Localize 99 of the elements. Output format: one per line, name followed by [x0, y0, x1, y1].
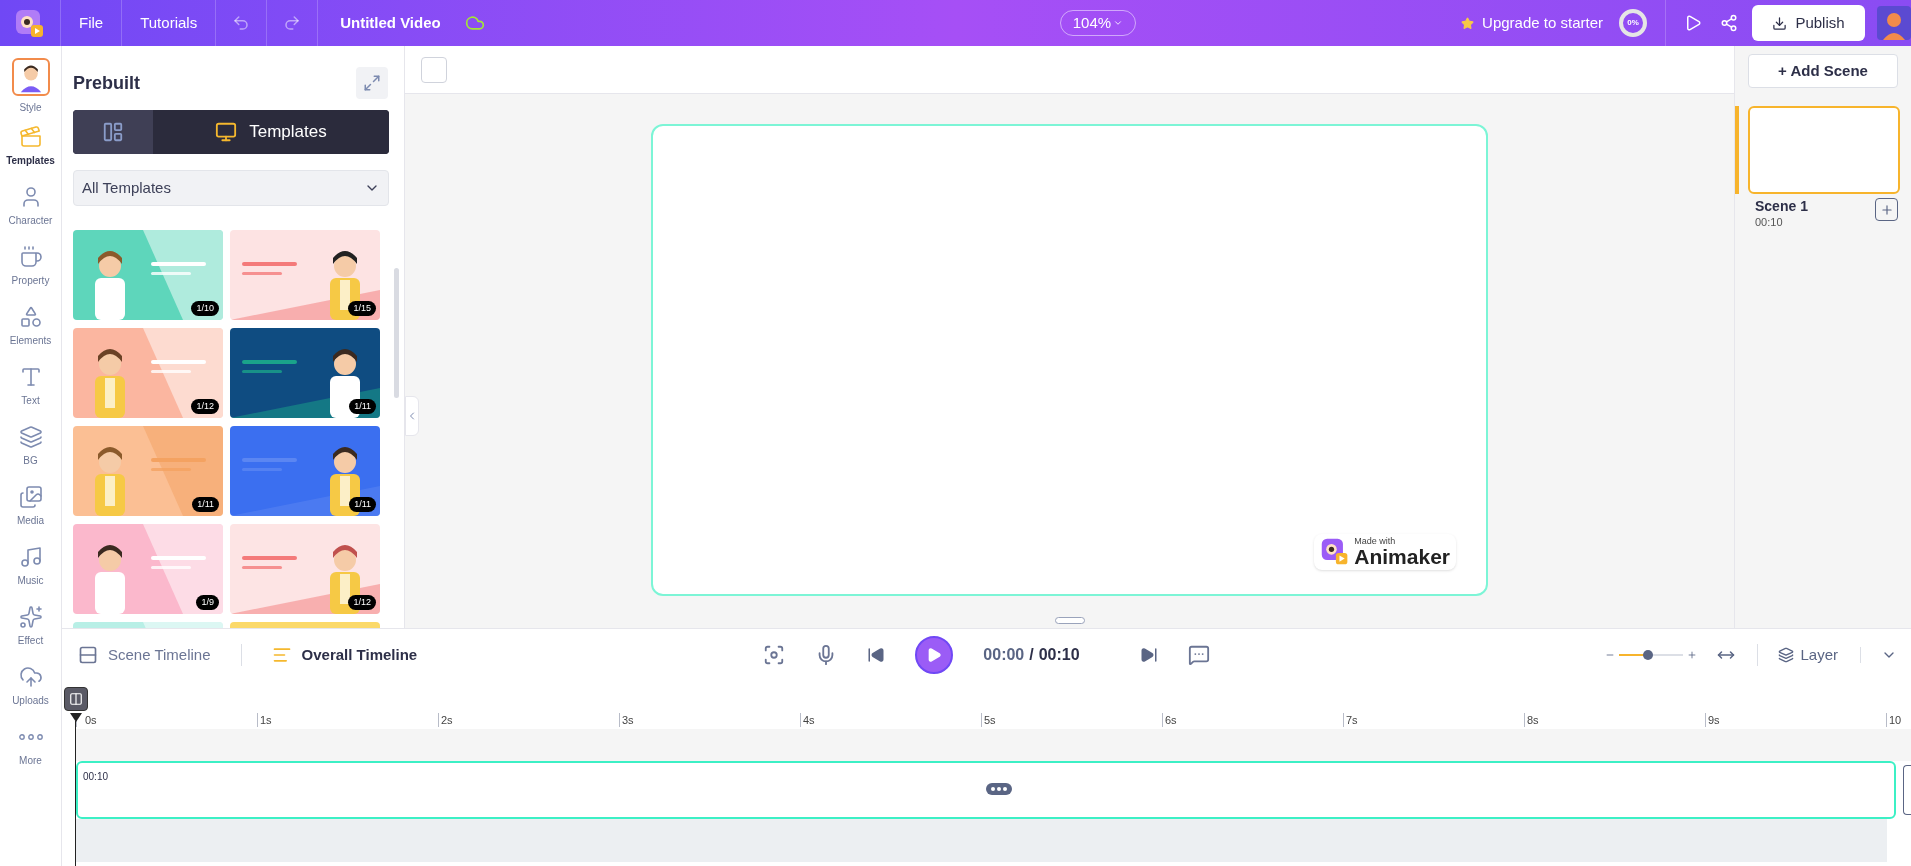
- time-tick: 1s: [259, 713, 272, 727]
- layers-icon: [1778, 647, 1795, 663]
- sidebar-item[interactable]: Media: [0, 476, 61, 536]
- template-card[interactable]: 1/11: [230, 328, 380, 418]
- undo-icon: [232, 14, 251, 32]
- subtitle-button[interactable]: [1187, 644, 1210, 666]
- select-checkbox[interactable]: [421, 56, 447, 83]
- sidebar-item[interactable]: Music: [0, 536, 61, 596]
- timeline-tab[interactable]: Overall Timeline: [240, 643, 418, 667]
- zoom-in-icon[interactable]: [1687, 650, 1698, 660]
- templates-icon: [18, 124, 43, 149]
- time-tick: 4s: [802, 713, 815, 727]
- effect-icon: [18, 604, 43, 629]
- expand-icon: [363, 74, 381, 92]
- playhead-handle[interactable]: [64, 687, 88, 711]
- total-time: 00:10: [1038, 645, 1080, 665]
- template-card[interactable]: 1/11: [73, 426, 223, 516]
- sidebar-item[interactable]: Style: [0, 56, 61, 116]
- play-button[interactable]: [915, 636, 954, 674]
- project-title[interactable]: Untitled Video: [340, 11, 441, 35]
- time-tick: 8s: [1526, 713, 1539, 727]
- sidebar-item[interactable]: Elements: [0, 296, 61, 356]
- timeline-icon: [271, 645, 292, 665]
- media-icon: [18, 484, 43, 509]
- star-icon: [1461, 16, 1475, 30]
- time-tick: 2s: [440, 713, 453, 727]
- progress-ring: 0%: [1619, 9, 1647, 37]
- time-tick: 0s: [84, 713, 97, 727]
- video-canvas[interactable]: Made with Animaker: [651, 124, 1488, 596]
- user-avatar[interactable]: [1877, 6, 1911, 40]
- watermark-brand: Animaker: [1354, 546, 1450, 567]
- template-filter-dropdown[interactable]: All Templates: [73, 170, 389, 206]
- focus-button[interactable]: [763, 644, 786, 666]
- sidebar-item[interactable]: Uploads: [0, 656, 61, 716]
- monitor-icon: [215, 121, 238, 143]
- clip-end-handle[interactable]: [1903, 765, 1911, 815]
- scene-name: Scene 1: [1755, 198, 1808, 216]
- preview-button[interactable]: [1684, 14, 1702, 32]
- elements-icon: [18, 304, 43, 329]
- layer-button[interactable]: Layer: [1757, 643, 1860, 667]
- template-card[interactable]: 1/11: [230, 426, 380, 516]
- time-tick: 3s: [621, 713, 634, 727]
- plus-icon: [1879, 202, 1894, 217]
- upgrade-link[interactable]: Upgrade to starter: [1482, 11, 1603, 35]
- menu-item[interactable]: Tutorials: [121, 0, 216, 46]
- timeline-zoom-slider[interactable]: [1619, 650, 1684, 660]
- resize-handle[interactable]: [1054, 617, 1085, 624]
- expand-button[interactable]: [356, 67, 388, 99]
- share-button[interactable]: [1720, 14, 1738, 32]
- bg-icon: [18, 424, 43, 449]
- sidebar-item[interactable]: Effect: [0, 596, 61, 656]
- template-card[interactable]: 1/9: [73, 524, 223, 614]
- time-tick: 7s: [1345, 713, 1358, 727]
- sidebar-item[interactable]: Templates: [0, 116, 61, 176]
- playhead-marker: [70, 713, 82, 723]
- rows-icon: [78, 645, 98, 665]
- sidebar-item[interactable]: More: [0, 716, 61, 776]
- sidebar-item[interactable]: Character: [0, 176, 61, 236]
- time-tick: 10: [1888, 713, 1902, 727]
- skip-forward-button[interactable]: [1139, 646, 1158, 664]
- publish-button[interactable]: Publish: [1752, 5, 1865, 41]
- watermark-caption: Made with: [1354, 537, 1397, 546]
- template-card[interactable]: 1/10: [73, 230, 223, 320]
- sidebar-item[interactable]: Property: [0, 236, 61, 296]
- template-card[interactable]: 1/12: [73, 328, 223, 418]
- scene-thumbnail[interactable]: [1748, 106, 1900, 194]
- add-scene-button[interactable]: + Add Scene: [1748, 54, 1898, 88]
- skip-back-button[interactable]: [867, 646, 886, 664]
- time-tick: 9s: [1707, 713, 1720, 727]
- scene-duration: 00:10: [1755, 215, 1784, 230]
- slider-thumb[interactable]: [1643, 650, 1654, 660]
- menu-item[interactable]: File: [60, 0, 122, 46]
- add-button[interactable]: [1875, 198, 1898, 221]
- caret-icon: [1113, 18, 1124, 28]
- sidebar-item[interactable]: Text: [0, 356, 61, 416]
- template-card[interactable]: 1/12: [230, 524, 380, 614]
- time-separator: /: [1029, 645, 1034, 665]
- layout-tab[interactable]: [73, 110, 153, 154]
- time-tick: 6s: [1164, 713, 1177, 727]
- current-time: 00:00: [983, 645, 1025, 665]
- cloud-icon: [464, 13, 485, 33]
- uploads-icon: [18, 664, 43, 689]
- redo-icon: [283, 14, 302, 32]
- template-card[interactable]: 1/15: [230, 230, 380, 320]
- more-options-icon[interactable]: [986, 783, 1012, 795]
- avatar-icon: [11, 57, 50, 96]
- music-icon: [18, 544, 43, 569]
- sidebar-item[interactable]: BG: [0, 416, 61, 476]
- panel-title: Prebuilt: [73, 71, 140, 95]
- clip-duration: 00:10: [83, 770, 109, 784]
- layout-icon: [102, 121, 124, 143]
- download-icon: [1772, 15, 1788, 31]
- property-icon: [18, 244, 43, 269]
- more-icon: [18, 733, 43, 740]
- scene-clip[interactable]: 00:10: [76, 761, 1896, 819]
- time-tick: 5s: [983, 713, 996, 727]
- timeline-tab[interactable]: Scene Timeline: [78, 643, 211, 667]
- play-icon: [926, 647, 943, 663]
- split-icon: [69, 692, 83, 706]
